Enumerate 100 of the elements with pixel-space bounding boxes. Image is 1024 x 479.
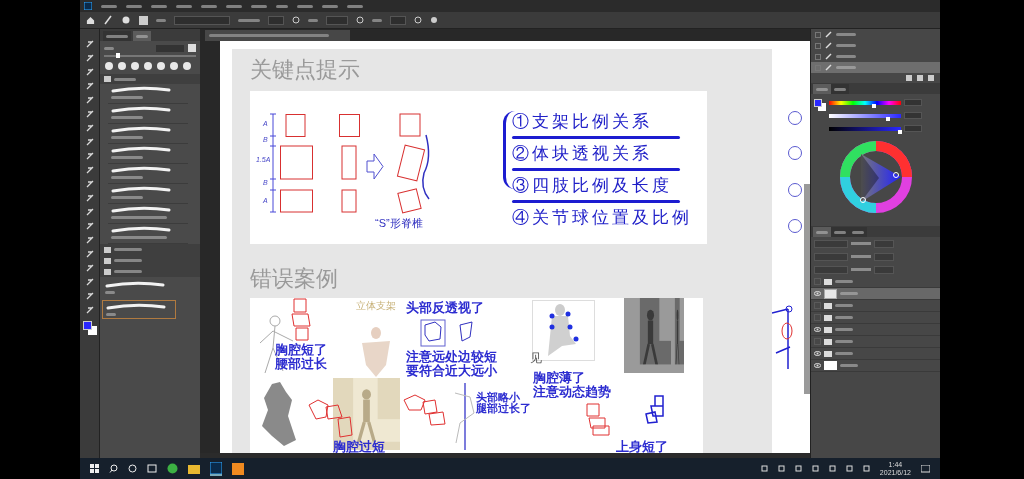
slider-thumb[interactable] xyxy=(115,53,120,58)
tool-icon[interactable] xyxy=(84,305,95,315)
tool-icon[interactable] xyxy=(84,95,95,105)
brush-group[interactable] xyxy=(100,244,200,255)
menu-item[interactable] xyxy=(126,4,142,8)
value-field[interactable] xyxy=(390,15,406,25)
menu-item[interactable] xyxy=(276,4,288,8)
value-field[interactable] xyxy=(874,239,894,248)
layer-row[interactable] xyxy=(811,360,940,372)
value-field[interactable] xyxy=(904,125,922,132)
brush-group[interactable] xyxy=(100,74,200,84)
tool-icon[interactable] xyxy=(84,39,95,49)
scrollbar[interactable] xyxy=(804,184,810,394)
tool-icon[interactable] xyxy=(84,277,95,287)
tray-icon[interactable] xyxy=(794,465,802,472)
app-icon[interactable] xyxy=(232,462,244,475)
menu-item[interactable] xyxy=(322,4,338,8)
brush-item[interactable] xyxy=(108,144,188,164)
brush-item[interactable] xyxy=(102,300,176,319)
document-tab[interactable] xyxy=(205,30,350,41)
color-slider[interactable] xyxy=(829,126,901,131)
brush-icon[interactable] xyxy=(103,15,113,25)
slider-thumb[interactable] xyxy=(886,116,891,121)
menu-item[interactable] xyxy=(176,4,192,8)
value-field[interactable] xyxy=(904,99,922,106)
value-field[interactable] xyxy=(874,265,894,274)
app-icon[interactable] xyxy=(84,2,92,10)
background-swatch[interactable] xyxy=(87,326,97,335)
search-icon[interactable] xyxy=(109,464,118,473)
value-field[interactable] xyxy=(326,15,348,25)
tray-icon[interactable] xyxy=(845,465,853,472)
background-swatch[interactable] xyxy=(818,103,826,111)
slider-thumb[interactable] xyxy=(871,103,876,108)
tool-icon[interactable] xyxy=(84,109,95,119)
tray-icon[interactable] xyxy=(862,465,870,472)
circle-icon[interactable] xyxy=(128,464,137,473)
layer-row[interactable] xyxy=(811,300,940,312)
layer-row[interactable] xyxy=(811,288,940,300)
tool-icon[interactable] xyxy=(84,151,95,161)
tray-icon[interactable] xyxy=(828,465,836,472)
color-slider[interactable] xyxy=(829,113,901,118)
brush-item[interactable] xyxy=(108,104,188,124)
menu-item[interactable] xyxy=(347,4,363,8)
menu-item[interactable] xyxy=(101,4,117,8)
foreground-swatch[interactable] xyxy=(82,321,92,330)
color-slider[interactable] xyxy=(829,100,901,105)
task-view-icon[interactable] xyxy=(147,464,157,473)
notification-icon[interactable] xyxy=(921,464,930,473)
brush-group[interactable] xyxy=(100,266,200,277)
checkbox[interactable] xyxy=(815,53,821,60)
panel-tab[interactable] xyxy=(831,84,849,94)
checkbox[interactable] xyxy=(815,31,821,38)
windows-icon[interactable] xyxy=(90,464,99,473)
menu-item[interactable] xyxy=(251,4,267,8)
globe-icon[interactable] xyxy=(167,463,178,474)
brush-item[interactable] xyxy=(108,124,188,144)
value-field[interactable] xyxy=(268,15,284,25)
pressure-icon[interactable] xyxy=(292,16,300,24)
tool-icon[interactable] xyxy=(84,179,95,189)
panel-tab[interactable] xyxy=(849,227,867,237)
folder-icon[interactable] xyxy=(188,463,200,474)
eye-icon[interactable] xyxy=(814,351,821,356)
foreground-swatch[interactable] xyxy=(814,99,822,107)
tool-icon[interactable] xyxy=(84,235,95,245)
value-field[interactable] xyxy=(874,252,894,261)
tool-icon[interactable] xyxy=(84,165,95,175)
settings-icon[interactable] xyxy=(430,16,438,24)
brush-item[interactable] xyxy=(108,184,188,204)
brush-item[interactable] xyxy=(108,164,188,184)
panel-toggle-icon[interactable] xyxy=(139,15,148,25)
tray-icon[interactable] xyxy=(760,465,768,472)
tool-icon[interactable] xyxy=(84,123,95,133)
tool-icon[interactable] xyxy=(84,81,95,91)
pressure-icon[interactable] xyxy=(414,16,422,24)
tray-icon[interactable] xyxy=(777,465,785,472)
layer-row[interactable] xyxy=(811,324,940,336)
layer-row[interactable] xyxy=(811,348,940,360)
eye-icon[interactable] xyxy=(814,327,821,332)
pressure-icon[interactable] xyxy=(356,16,364,24)
eye-icon[interactable] xyxy=(814,291,821,296)
tool-icon[interactable] xyxy=(84,249,95,259)
tool-icon[interactable] xyxy=(84,207,95,217)
tool-icon[interactable] xyxy=(84,53,95,63)
brush-preset-icon[interactable] xyxy=(121,15,131,25)
menu-item[interactable] xyxy=(297,4,313,8)
tray-icon[interactable] xyxy=(811,465,819,472)
layer-row[interactable] xyxy=(811,336,940,348)
eye-icon[interactable] xyxy=(814,363,821,368)
brush-item[interactable] xyxy=(108,84,188,104)
panel-tab[interactable] xyxy=(103,31,131,41)
tool-icon[interactable] xyxy=(84,193,95,203)
panel-tab[interactable] xyxy=(831,227,849,237)
home-icon[interactable] xyxy=(86,15,95,25)
slider-thumb[interactable] xyxy=(897,129,902,134)
menu-item[interactable] xyxy=(201,4,217,8)
brush-item[interactable] xyxy=(108,204,188,224)
tool-icon[interactable] xyxy=(84,291,95,301)
tool-icon[interactable] xyxy=(84,137,95,147)
tool-icon[interactable] xyxy=(84,263,95,273)
menu-item[interactable] xyxy=(226,4,242,8)
